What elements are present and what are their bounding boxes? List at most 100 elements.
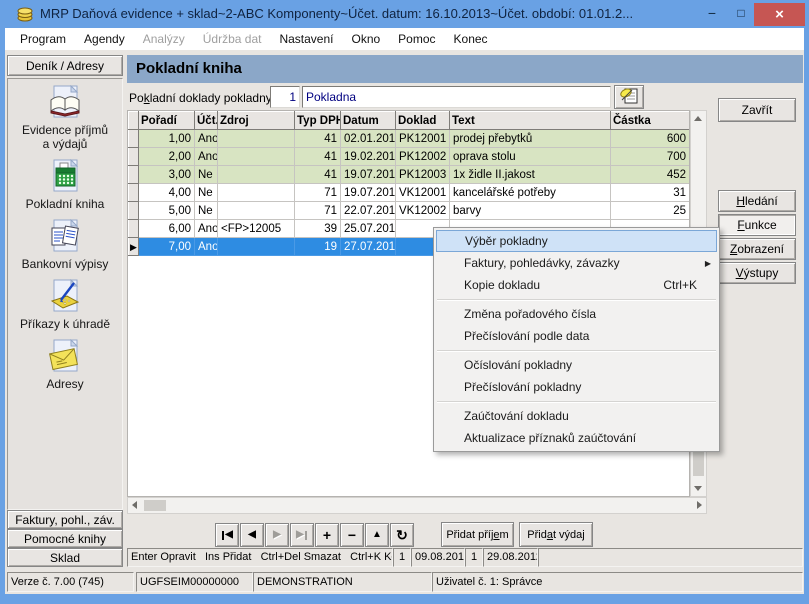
table-row[interactable]: 3,00Ne4119.07.2012PK120031x židle II.jak… (129, 166, 690, 184)
submenu-arrow-icon: ▶ (705, 259, 711, 268)
sidebar-item-label: Adresy (8, 377, 122, 391)
table-cell: 71 (295, 184, 341, 202)
insert-record-button[interactable]: + (315, 523, 339, 547)
context-menu-item-kopie-dokladu[interactable]: Kopie dokladuCtrl+K (436, 274, 717, 296)
minimize-button[interactable]: − (698, 1, 726, 27)
funkce-button[interactable]: Funkce (718, 214, 796, 236)
menu-item-label: Aktualizace příznaků zaúčtování (464, 431, 711, 445)
table-cell: 02.01.2012 (341, 130, 396, 148)
context-menu-item-faktury-pohledavky-zavazky[interactable]: Faktury, pohledávky, závazky▶ (436, 252, 717, 274)
sidebar-item-pokladni-kniha[interactable]: Pokladní kniha (8, 159, 122, 211)
add-income-button[interactable]: Přidat příjem (441, 522, 514, 547)
row-marker-cell (129, 166, 139, 184)
scroll-down-icon[interactable] (694, 486, 702, 491)
cashbox-name-field[interactable]: Pokladna (302, 86, 611, 108)
button-label: t výdaj (553, 529, 585, 541)
pomocne-knihy-button[interactable]: Pomocné knihy (7, 529, 123, 548)
menubar: ProgramAgendyAnalýzyÚdržba datNastaveníO… (5, 28, 804, 50)
zavrit-button[interactable]: Zavřít (718, 98, 796, 122)
insert-record-icon: + (323, 528, 331, 542)
first-record-button[interactable]: ◀ (215, 523, 239, 547)
refresh-icon: ↻ (396, 528, 408, 542)
menubar-item-nastaveni[interactable]: Nastavení (270, 32, 342, 46)
sidebar-item-adresy[interactable]: Adresy (8, 339, 122, 391)
table-cell: 71 (295, 202, 341, 220)
table-cell: 31 (611, 184, 690, 202)
close-button[interactable]: × (754, 3, 805, 26)
table-cell: Ano (195, 238, 218, 256)
context-menu-item-zmena-poradoveho-cisla[interactable]: Změna pořadového čísla (436, 303, 717, 325)
menubar-item-agendy[interactable]: Agendy (75, 32, 134, 46)
button-label: ýstupy (744, 266, 779, 280)
column-header-0[interactable]: Pořadí (139, 112, 195, 130)
add-expense-button[interactable]: Přidat výdaj (519, 522, 593, 547)
row-marker-cell (129, 220, 139, 238)
sidebar-item-evidence-prijmu-a-vydaju[interactable]: Evidence příjmůa výdajů (8, 85, 122, 151)
context-menu-item-precislovani-pokladny[interactable]: Přečíslování pokladny (436, 376, 717, 398)
menubar-item-okno[interactable]: Okno (342, 32, 389, 46)
context-menu-item-aktualizace-priznaku-zauctovani[interactable]: Aktualizace příznaků zaúčtování (436, 427, 717, 449)
vystupy-button[interactable]: Výstupy (718, 262, 796, 284)
vertical-scroll-thumb[interactable] (693, 452, 704, 476)
menubar-item-konec[interactable]: Konec (445, 32, 497, 46)
horizontal-scrollbar[interactable] (127, 497, 707, 514)
sklad-button[interactable]: Sklad (7, 548, 123, 567)
sidebar-item-label: Pokladní kniha (8, 197, 122, 211)
table-row[interactable]: 5,00Ne7122.07.2012VK12002barvy25 (129, 202, 690, 220)
sidebar-item-label: a výdajů (8, 137, 122, 151)
current-row-marker-icon: ▶ (130, 242, 137, 252)
button-label: F (737, 218, 744, 232)
edit-record-button[interactable]: ▲ (365, 523, 389, 547)
maximize-button[interactable]: □ (727, 1, 755, 27)
table-cell: 700 (611, 148, 690, 166)
column-header-6[interactable]: Text (450, 112, 611, 130)
table-row[interactable]: 1,00Ano4102.01.2012PK12001prodej přebytk… (129, 130, 690, 148)
row-marker-cell (129, 184, 139, 202)
nav-buttons: ◀◀▶▶+−▲↻ (215, 523, 414, 547)
column-header-2[interactable]: Zdroj (218, 112, 295, 130)
scroll-left-icon[interactable] (132, 501, 137, 509)
prior-record-button[interactable]: ◀ (240, 523, 264, 547)
menubar-item-program[interactable]: Program (11, 32, 75, 46)
next-record-button: ▶ (265, 523, 289, 547)
table-cell: 22.07.2012 (341, 202, 396, 220)
scroll-up-icon[interactable] (694, 116, 702, 121)
table-row[interactable]: 4,00Ne7119.07.2012VK12001kancelářské pot… (129, 184, 690, 202)
table-cell (218, 184, 295, 202)
column-header-3[interactable]: Typ DPH (295, 112, 341, 130)
sidebar-item-bankovni-vypisy[interactable]: Bankovní výpisy (8, 219, 122, 271)
sidebar-bottom-buttons: Faktury, pohl., záv.Pomocné knihySklad (7, 510, 123, 567)
column-header-4[interactable]: Datum (341, 112, 396, 130)
menu-item-label: Přečíslování podle data (464, 329, 711, 343)
table-row[interactable]: 2,00Ano4119.02.2012PK12002oprava stolu70… (129, 148, 690, 166)
context-menu-item-precislovani-podle-data[interactable]: Přečíslování podle data (436, 325, 717, 347)
horizontal-scroll-thumb[interactable] (144, 500, 166, 511)
column-header-1[interactable]: Účt. (195, 112, 218, 130)
select-cashbox-button[interactable] (614, 85, 644, 109)
column-header-7[interactable]: Částka (611, 112, 690, 130)
column-header-5[interactable]: Doklad (396, 112, 450, 130)
sidebar-tab-denik-adresy[interactable]: Deník / Adresy (7, 55, 123, 76)
delete-record-button[interactable]: − (340, 523, 364, 547)
context-menu-item-vyber-pokladny[interactable]: Výběr pokladny (436, 230, 717, 252)
context-menu-item-ocislovani-pokladny[interactable]: Očíslování pokladny (436, 354, 717, 376)
sidebar-item-prikazy-k-uhrade[interactable]: Příkazy k úhradě (8, 279, 122, 331)
hint-cell-count-from: 1 (393, 548, 411, 567)
faktury-pohl-zav-button[interactable]: Faktury, pohl., záv. (7, 510, 123, 529)
table-cell (218, 238, 295, 256)
cashbox-number-field[interactable]: 1 (270, 86, 300, 108)
scroll-right-icon[interactable] (697, 501, 702, 509)
sidebar-item-label: Bankovní výpisy (8, 257, 122, 271)
hledani-button[interactable]: Hledání (718, 190, 796, 212)
table-cell: 39 (295, 220, 341, 238)
menu-separator (437, 299, 716, 300)
menu-item-label: Faktury, pohledávky, závazky (464, 256, 711, 270)
menubar-item-pomoc[interactable]: Pomoc (389, 32, 444, 46)
table-cell: 4,00 (139, 184, 195, 202)
table-cell: prodej přebytků (450, 130, 611, 148)
context-menu-item-zauctovani-dokladu[interactable]: Zaúčtování dokladu (436, 405, 717, 427)
marker-column-header (129, 112, 139, 130)
zobrazeni-button[interactable]: Zobrazení (718, 238, 796, 260)
menu-item-label: Očíslování pokladny (464, 358, 711, 372)
refresh-button[interactable]: ↻ (390, 523, 414, 547)
